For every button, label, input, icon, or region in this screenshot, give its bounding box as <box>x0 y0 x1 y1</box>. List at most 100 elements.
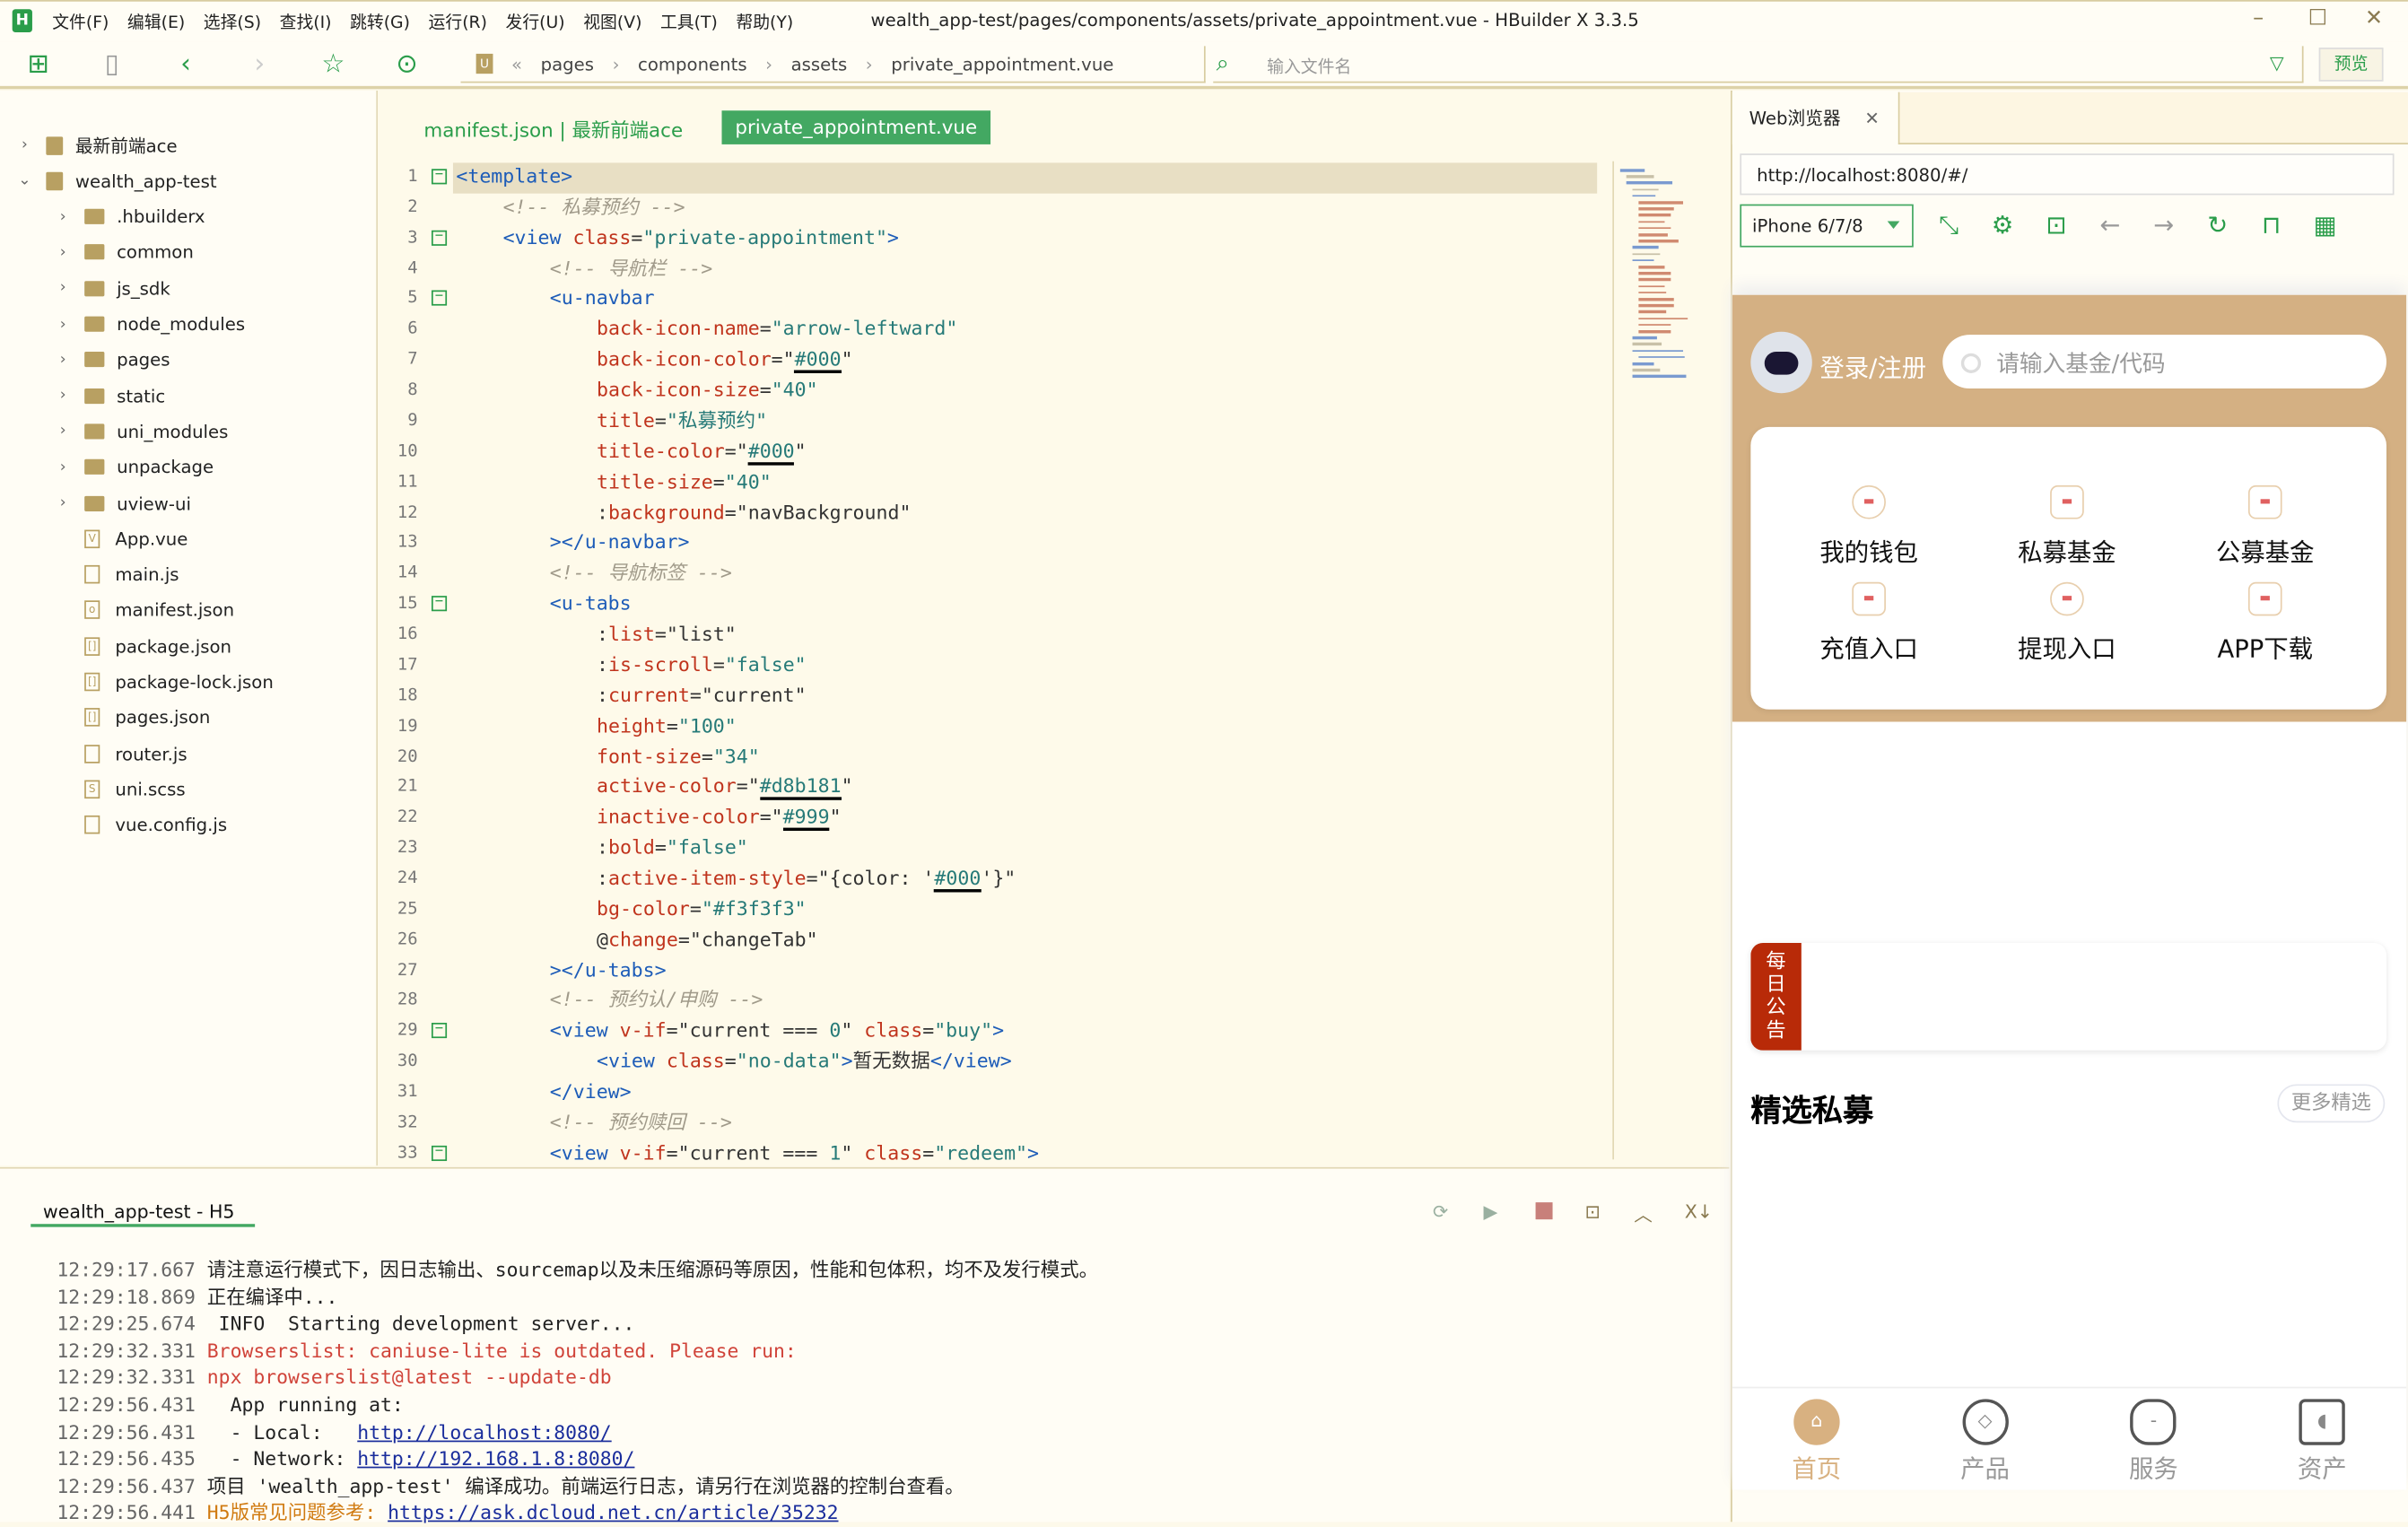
menu-goto[interactable]: 跳转(G) <box>350 9 410 33</box>
collapse-icon[interactable]: « <box>511 53 522 74</box>
breadcrumb-file[interactable]: private_appointment.vue <box>891 53 1113 74</box>
console-link[interactable]: http://localhost:8080/ <box>357 1420 611 1444</box>
menu-help[interactable]: 帮助(Y) <box>736 9 793 33</box>
chevron-right-icon[interactable]: › <box>54 208 73 225</box>
menu-find[interactable]: 查找(I) <box>280 9 332 33</box>
clear-restart-icon[interactable]: ⟳ <box>1433 1201 1448 1223</box>
menu-edit[interactable]: 编辑(E) <box>127 9 185 33</box>
code-line[interactable]: :background="navBackground" <box>597 497 911 528</box>
arrow-left-icon[interactable]: ← <box>2095 211 2125 241</box>
tree-item[interactable]: [] package.json <box>54 628 231 663</box>
back-icon[interactable]: ‹ <box>170 49 201 80</box>
code-line[interactable]: bg-color="#f3f3f3" <box>597 894 807 924</box>
tab-services[interactable]: - 服务 <box>2070 1388 2238 1489</box>
console-icon[interactable]: ⊡ <box>2041 211 2072 241</box>
arrow-right-icon[interactable]: → <box>2149 211 2179 241</box>
chevron-right-icon[interactable]: › <box>15 136 34 153</box>
code-line[interactable]: <view class="private-appointment"> <box>503 223 899 253</box>
tree-item[interactable]: Suni.scss <box>54 772 186 807</box>
menu-tools[interactable]: 工具(T) <box>660 9 718 33</box>
tree-item[interactable]: router.js <box>54 736 188 771</box>
device-select[interactable]: iPhone 6/7/8 <box>1740 204 1914 248</box>
code-line[interactable]: title="私募预约" <box>597 406 767 436</box>
tree-item[interactable]: vue.config.js <box>54 807 227 842</box>
new-file-icon[interactable]: ⊞ <box>23 49 54 80</box>
star-icon[interactable]: ☆ <box>318 49 348 80</box>
fold-toggle-icon[interactable]: − <box>431 168 448 185</box>
entry-app-download[interactable]: APP下载 <box>2188 581 2342 665</box>
breadcrumb-pages[interactable]: pages <box>541 53 594 74</box>
code-line[interactable]: <!-- 私募预约 --> <box>503 192 685 223</box>
menu-file[interactable]: 文件(F) <box>52 9 109 33</box>
breadcrumb-assets[interactable]: assets <box>791 53 848 74</box>
close-console-icon[interactable]: X↓ <box>1685 1201 1713 1223</box>
tree-item[interactable]: › js_sdk <box>54 271 170 306</box>
fold-toggle-icon[interactable]: − <box>431 229 448 246</box>
menu-view[interactable]: 视图(V) <box>583 9 641 33</box>
code-line[interactable]: font-size="34" <box>597 741 760 772</box>
menu-select[interactable]: 选择(S) <box>204 9 261 33</box>
console-tab[interactable]: wealth_app-test - H5 <box>43 1201 235 1223</box>
close-tab-icon[interactable]: ✕ <box>1864 108 1880 129</box>
fold-toggle-icon[interactable]: − <box>431 596 448 612</box>
tree-item[interactable]: o manifest.json <box>54 593 234 628</box>
code-line[interactable]: active-color="#d8b181" <box>597 772 853 802</box>
refresh-icon[interactable]: ↻ <box>2203 211 2233 241</box>
url-input[interactable]: http://localhost:8080/#/ <box>1740 153 2395 196</box>
code-line[interactable]: :is-scroll="false" <box>597 650 807 680</box>
save-icon[interactable]: ▯ <box>97 49 127 80</box>
tree-item[interactable]: main.js <box>54 557 179 592</box>
console-link[interactable]: http://192.168.1.8:8080/ <box>357 1447 634 1470</box>
menu-publish[interactable]: 发行(U) <box>506 9 565 33</box>
code-line[interactable]: </view> <box>550 1077 632 1107</box>
chevron-right-icon[interactable]: › <box>54 458 73 476</box>
code-line[interactable]: :list="list" <box>597 619 737 650</box>
rerun-icon[interactable]: ▶ <box>1484 1201 1498 1223</box>
preview-button[interactable]: 预览 <box>2318 48 2384 82</box>
chevron-right-icon[interactable]: › <box>54 352 73 369</box>
code-line[interactable]: <!-- 预约认/申购 --> <box>550 985 763 1016</box>
code-line[interactable]: <template> <box>456 161 572 192</box>
tree-item[interactable]: [] package-lock.json <box>54 664 274 699</box>
tab-home[interactable]: ⌂ 首页 <box>1732 1388 1901 1489</box>
tree-item[interactable]: › common <box>54 235 194 270</box>
code-line[interactable]: ></u-tabs> <box>550 955 667 985</box>
breadcrumb-components[interactable]: components <box>638 53 747 74</box>
code-line[interactable]: back-icon-name="arrow-leftward" <box>597 314 957 345</box>
chevron-right-icon[interactable]: › <box>54 316 73 333</box>
file-search-input[interactable]: ⌕ 输入文件名 ▽ <box>1213 46 2304 83</box>
fold-toggle-icon[interactable]: − <box>431 290 448 307</box>
code-line[interactable]: :bold="false" <box>597 833 748 863</box>
tree-item[interactable]: › pages <box>54 342 170 377</box>
tree-item[interactable]: › node_modules <box>54 306 245 341</box>
code-line[interactable]: <!-- 预约赎回 --> <box>550 1107 732 1138</box>
code-line[interactable]: title-size="40" <box>597 467 772 497</box>
chevron-right-icon[interactable]: › <box>54 388 73 405</box>
code-line[interactable]: title-color="#000" <box>597 436 807 467</box>
tab-assets[interactable]: ◖ 资产 <box>2238 1388 2406 1489</box>
fold-toggle-icon[interactable]: − <box>431 1145 448 1161</box>
code-line[interactable]: <view v-if="current === 0" class="buy"> <box>550 1016 1004 1046</box>
tree-item[interactable]: V App.vue <box>54 521 188 556</box>
code-line[interactable]: @change="changeTab" <box>597 924 818 955</box>
chevron-right-icon[interactable]: › <box>54 244 73 261</box>
entry-recharge[interactable]: 充值入口 <box>1793 581 1946 665</box>
entry-public-fund[interactable]: 公募基金 <box>2188 484 2342 568</box>
run-icon[interactable]: ⊙ <box>391 49 422 80</box>
more-button[interactable]: 更多精选 <box>2277 1084 2386 1123</box>
code-line[interactable]: <view class="no-data">暂无数据</view> <box>597 1046 1012 1077</box>
fund-search-input[interactable]: 请输入基金/代码 <box>1942 335 2386 389</box>
rotate-icon[interactable]: ⤡ <box>1933 211 1964 241</box>
code-line[interactable]: <u-tabs <box>550 589 632 619</box>
close-button[interactable]: ✕ <box>2365 6 2383 31</box>
code-line[interactable]: back-icon-size="40" <box>597 375 818 406</box>
entry-wallet[interactable]: 我的钱包 <box>1793 484 1946 568</box>
browser-tab[interactable]: Web浏览器 ✕ <box>1732 92 1898 144</box>
code-line[interactable]: <view v-if="current === 1" class="redeem… <box>550 1138 1039 1168</box>
chevron-up-icon[interactable]: ︿ <box>1634 1201 1653 1227</box>
qrcode-icon[interactable]: ▦ <box>2309 211 2340 241</box>
daily-notice[interactable]: 每日公告 <box>1750 942 2386 1051</box>
minimize-button[interactable]: – <box>2253 6 2264 31</box>
code-line[interactable]: <u-navbar <box>550 284 655 314</box>
stop-icon[interactable] <box>1535 1202 1553 1220</box>
